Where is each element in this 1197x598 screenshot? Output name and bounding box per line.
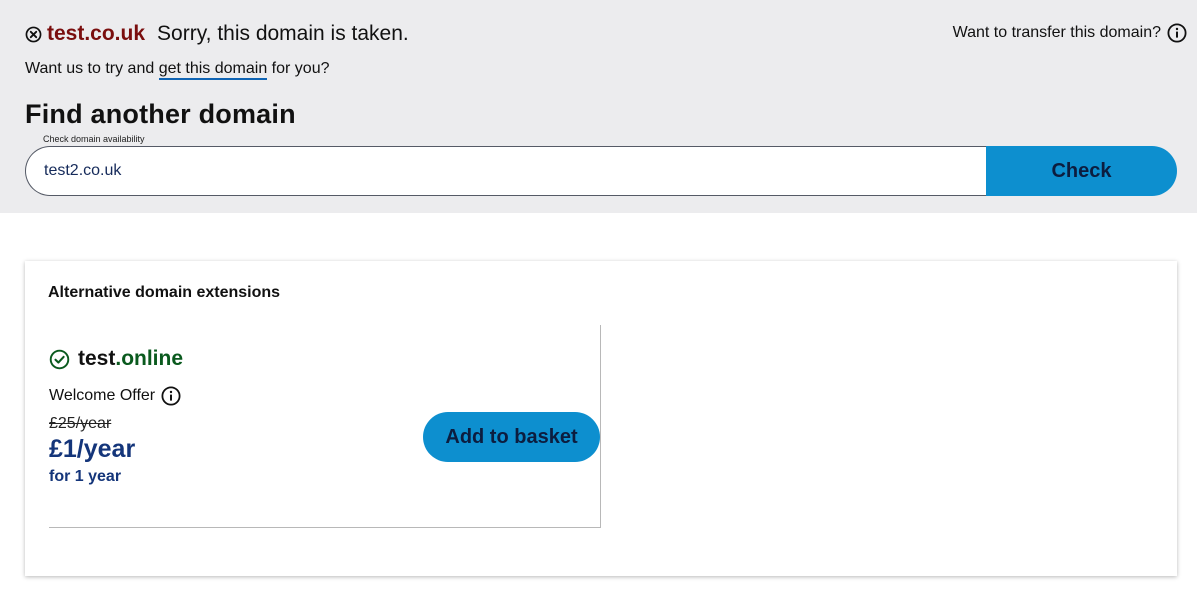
transfer-text: Want to transfer this domain?: [952, 24, 1161, 41]
offer-domain-base: test: [78, 347, 116, 370]
search-input-label: Check domain availability: [43, 134, 145, 144]
check-circle-icon: [49, 349, 70, 369]
info-icon[interactable]: [1167, 23, 1187, 43]
transfer-domain-link[interactable]: Want to transfer this domain?: [953, 21, 1187, 45]
offer-domain-tld: .online: [115, 347, 184, 370]
welcome-offer-label: Welcome Offer: [49, 387, 156, 404]
domain-offer: test .online Welcome Offer £25/year £1/ye…: [49, 325, 601, 528]
domain-taken-status: test.co.uk Sorry, this domain is taken.: [25, 20, 409, 48]
offer-term: for 1 year: [49, 468, 122, 485]
taken-message: Sorry, this domain is taken.: [157, 22, 409, 45]
circle-x-icon: [25, 26, 42, 42]
get-this-domain-link[interactable]: get this domain: [158, 60, 268, 80]
find-domain-title: Find another domain: [25, 99, 296, 129]
try-get-domain-row: Want us to try and get this domain for y…: [25, 60, 330, 80]
try-suffix: for you?: [271, 60, 330, 77]
taken-domain-name: test.co.uk: [47, 22, 146, 45]
domain-search-input[interactable]: [25, 146, 986, 196]
add-to-basket-button[interactable]: Add to basket: [423, 412, 600, 462]
try-prefix: Want us to try and: [25, 60, 155, 77]
welcome-offer-row: Welcome Offer: [49, 386, 181, 406]
check-button[interactable]: Check: [986, 146, 1177, 196]
alternative-extensions-card: Alternative domain extensions test .onlin…: [25, 261, 1177, 576]
alternatives-title: Alternative domain extensions: [48, 284, 281, 301]
domain-search-bar: Check: [25, 146, 1177, 196]
old-price: £25/year: [49, 415, 112, 432]
info-icon[interactable]: [161, 386, 181, 406]
offer-domain-name: test .online: [49, 347, 183, 371]
offer-price: £1/year: [49, 435, 136, 463]
